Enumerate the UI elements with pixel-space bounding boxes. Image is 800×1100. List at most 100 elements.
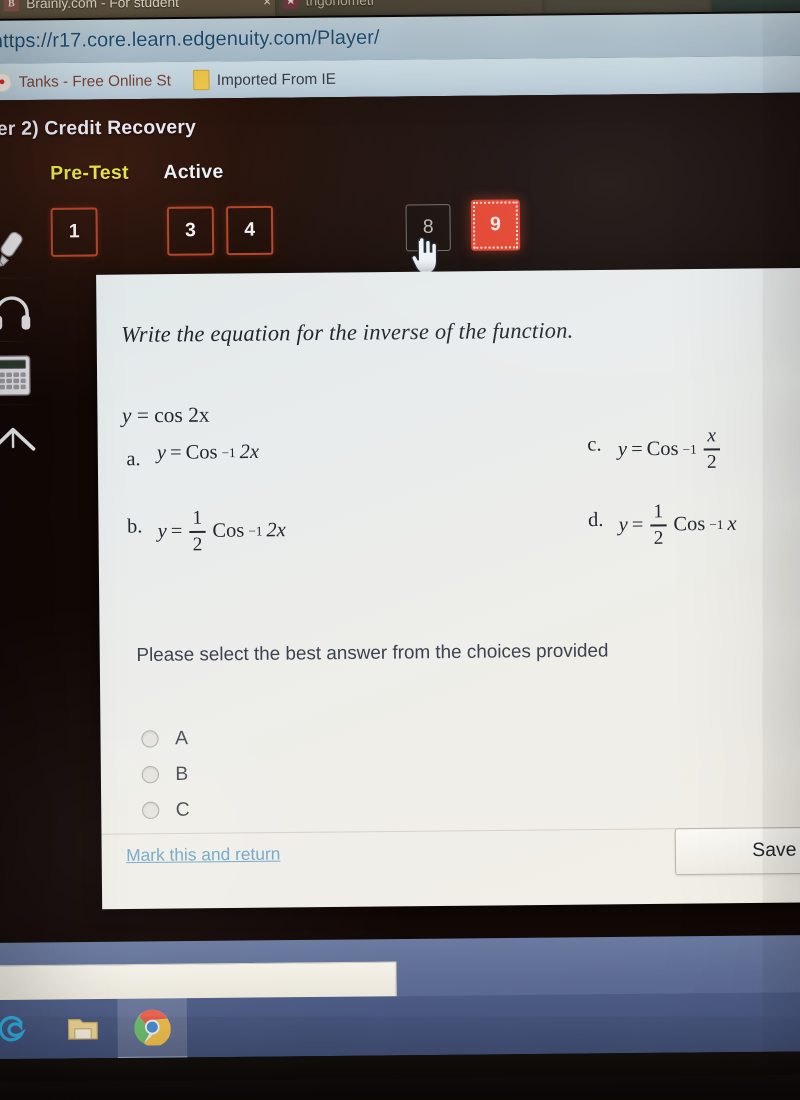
tool-rail <box>0 218 53 464</box>
tool-collapse[interactable] <box>0 408 45 470</box>
mark-this-and-return-link[interactable]: Mark this and return <box>126 844 280 866</box>
expr-function: Cos <box>212 519 244 543</box>
choice-letter: b. <box>127 509 148 539</box>
question-tab-1[interactable]: 1 <box>51 207 98 256</box>
tool-calculator[interactable] <box>0 345 44 407</box>
question-prompt: Write the equation for the inverse of th… <box>121 317 574 348</box>
browser-tab-trig[interactable]: ★ trigonometr <box>275 0 547 16</box>
taskbar-item-chrome[interactable] <box>117 997 187 1060</box>
choice-letter: d. <box>588 502 609 532</box>
tool-highlighter[interactable] <box>0 218 43 280</box>
address-bar[interactable]: https://r17.core.learn.edgenuity.com/Pla… <box>0 18 698 59</box>
radio-label: B <box>175 763 188 786</box>
choice-expression: y = 1 2 Cos−1 2x <box>158 508 286 556</box>
bookmark-tanks[interactable]: ● Tanks - Free Online St <box>0 68 179 93</box>
browser-tab-third[interactable] <box>542 0 712 13</box>
given-equals: = <box>137 403 149 428</box>
answer-choice-a[interactable]: a. y = Cos−1 2x <box>126 441 259 472</box>
edgenuity-app: ester 2) Credit Recovery Pre-Test Active… <box>0 92 800 949</box>
browser-tab-title: Brainly.com - For student <box>26 0 179 11</box>
close-icon[interactable]: × <box>263 0 271 7</box>
selection-instruction: Please select the best answer from the c… <box>136 639 608 666</box>
fraction-numerator: x <box>704 426 719 446</box>
expr-lhs: y <box>157 441 166 465</box>
edge-icon <box>0 1012 31 1047</box>
question-tab-9-current[interactable]: 9 <box>471 199 520 250</box>
fraction-denominator: 2 <box>651 528 667 548</box>
fraction-numerator: 1 <box>650 502 666 522</box>
choice-expression: y = Cos−1 x 2 <box>618 426 723 473</box>
expr-equals: = <box>170 441 182 465</box>
answer-choice-list: a. y = Cos−1 2x b. y = <box>98 421 800 591</box>
chevron-up-icon <box>0 422 38 455</box>
expr-lhs: y <box>619 514 628 538</box>
browser-tab-brainly[interactable]: B Brainly.com - For student × <box>0 0 279 19</box>
expr-argument: 2x <box>266 519 285 543</box>
bookmark-label: Tanks - Free Online St <box>19 72 171 91</box>
monitor-bezel <box>0 1051 800 1100</box>
radio-button-icon[interactable] <box>141 730 159 748</box>
calculator-icon <box>0 354 32 397</box>
headphones-icon <box>0 292 34 333</box>
choice-letter: c. <box>587 427 608 457</box>
trig-site-icon: ★ <box>283 0 298 8</box>
fraction-bar <box>651 524 667 526</box>
answer-choice-c[interactable]: c. y = Cos−1 x 2 <box>587 426 723 474</box>
fraction-denominator: 2 <box>704 452 720 472</box>
question-tab-3[interactable]: 3 <box>167 206 214 255</box>
browser-tab-title: trigonometr <box>306 0 376 8</box>
segment-pre-test[interactable]: Pre-Test <box>50 162 129 185</box>
fraction-bar <box>190 531 206 533</box>
question-panel: Write the equation for the inverse of th… <box>96 268 800 910</box>
expr-equals: = <box>171 520 183 544</box>
answer-radio-group: A B C <box>141 721 190 829</box>
assignment-segments: Pre-Test Active <box>50 161 223 185</box>
given-rhs: cos 2x <box>154 402 210 427</box>
radio-button-icon[interactable] <box>142 766 160 784</box>
tool-audio[interactable] <box>0 281 44 343</box>
expr-argument: 2x <box>240 441 259 465</box>
bookmark-label: Imported From IE <box>217 70 336 88</box>
expr-argument-fraction: x 2 <box>704 426 720 473</box>
choice-expression: y = 1 2 Cos−1 x <box>619 501 737 549</box>
segment-active[interactable]: Active <box>163 161 223 184</box>
question-number-bar: 1 3 4 8 9 <box>51 195 745 265</box>
expr-coefficient-fraction: 1 2 <box>189 508 205 555</box>
tanks-game-icon: ● <box>0 72 12 92</box>
expr-equals: = <box>632 514 644 538</box>
question-tab-4[interactable]: 4 <box>226 206 273 255</box>
expr-lhs: y <box>158 520 167 544</box>
answer-choice-d[interactable]: d. y = 1 2 Cos−1 x <box>588 501 737 549</box>
radio-label: A <box>175 727 188 750</box>
highlighter-icon <box>0 226 34 271</box>
taskbar-item-file-explorer[interactable] <box>48 999 118 1059</box>
brainly-b-icon: B <box>4 0 19 11</box>
radio-label: C <box>176 799 190 822</box>
expr-equals: = <box>631 438 643 462</box>
fraction-denominator: 2 <box>190 534 206 554</box>
windows-taskbar <box>0 992 800 1059</box>
taskbar-item-edge[interactable] <box>0 1000 49 1060</box>
screen-photo: B Brainly.com - For student × ★ trigonom… <box>0 0 800 1083</box>
folder-icon <box>193 70 210 91</box>
chrome-icon <box>134 1008 171 1045</box>
choice-expression: y = Cos−1 2x <box>157 441 259 465</box>
radio-option-c[interactable]: C <box>142 792 190 828</box>
address-bar-url: https://r17.core.learn.edgenuity.com/Pla… <box>0 26 380 53</box>
expr-argument: x <box>727 513 736 537</box>
expr-function: Cos <box>647 438 679 462</box>
radio-button-icon[interactable] <box>142 802 160 820</box>
expr-lhs: y <box>618 438 627 462</box>
radio-option-b[interactable]: B <box>142 756 190 792</box>
answer-choice-b[interactable]: b. y = 1 2 Cos−1 2x <box>127 508 286 556</box>
expr-coefficient-fraction: 1 2 <box>650 502 666 549</box>
given-equation: y = cos 2x <box>122 402 210 428</box>
fraction-numerator: 1 <box>189 508 205 528</box>
bookmark-imported-from-ie[interactable]: Imported From IE <box>185 66 344 92</box>
save-and-exit-button[interactable]: Save and <box>675 826 800 875</box>
expr-function: Cos <box>186 441 218 465</box>
course-title: ester 2) Credit Recovery <box>0 117 196 142</box>
expr-function: Cos <box>673 513 705 537</box>
radio-option-a[interactable]: A <box>141 721 189 757</box>
given-lhs: y <box>122 403 132 428</box>
